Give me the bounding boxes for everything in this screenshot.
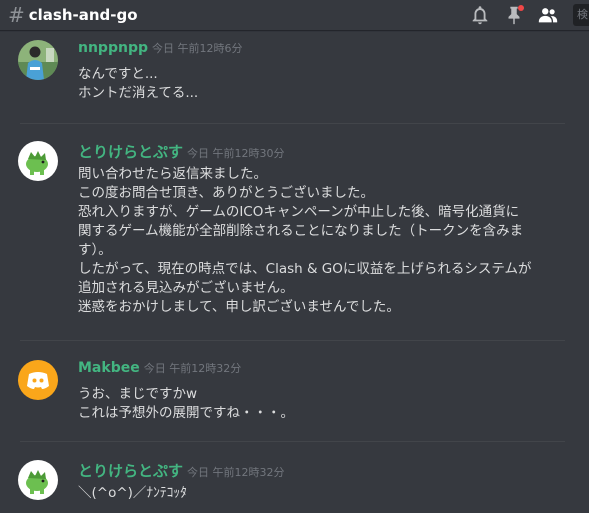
message-content: うお、まじですかw これは予想外の展開ですね・・・。 <box>78 385 294 423</box>
message-content: ＼(^o^)／ﾅﾝﾃｺｯﾀ <box>78 484 187 503</box>
message-content: なんですと... ホントだ消えてる... <box>78 65 198 103</box>
message-list: nnppnpp 今日 午前12時6分 なんですと... ホントだ消えてる... と… <box>0 30 589 513</box>
message-timestamp: 今日 午前12時30分 <box>187 147 285 160</box>
message-line: 迷惑をおかけしまして、申し訳ございませんでした。 <box>78 299 400 315</box>
message-line: これは予想外の展開ですね・・・。 <box>78 405 294 421</box>
avatar[interactable] <box>18 360 58 400</box>
notification-dot <box>518 5 524 11</box>
message-line: す）。 <box>78 242 112 258</box>
message-divider <box>20 340 565 341</box>
message-line: なんですと... <box>78 66 158 82</box>
message-author[interactable]: nnppnpp 今日 午前12時6分 <box>78 40 243 56</box>
message-line: 恐れ入りますが、ゲームのICOキャンペーンが中止した後、暗号化通貨に <box>78 204 520 220</box>
message-line: この度お問合せ頂き、ありがとうございました。 <box>78 185 375 201</box>
avatar[interactable] <box>18 141 58 181</box>
avatar[interactable] <box>18 460 58 500</box>
message-timestamp: 今日 午前12時32分 <box>143 362 242 375</box>
message-timestamp: 今日 午前12時6分 <box>152 42 243 55</box>
message-divider <box>20 123 565 124</box>
members-icon[interactable] <box>537 4 559 26</box>
pin-icon[interactable] <box>503 4 525 26</box>
message-divider <box>20 441 565 442</box>
message-line: ＼(^o^)／ﾅﾝﾃｺｯﾀ <box>78 485 187 501</box>
message-line: 追加される見込みがございません。 <box>78 280 294 296</box>
message-content: 問い合わせたら返信来ました。 この度お問合せ頂き、ありがとうございました。 恐れ… <box>78 165 531 317</box>
message-timestamp: 今日 午前12時32分 <box>187 466 285 479</box>
search-input[interactable]: 検 <box>573 4 589 26</box>
message-author[interactable]: とりけらとぷす 今日 午前12時32分 <box>78 460 285 481</box>
message-line: 関するゲーム機能が全部削除されることになりました（トークンを含みま <box>78 223 524 239</box>
message-line: 問い合わせたら返信来ました。 <box>78 166 267 182</box>
channel-hash-icon: # <box>8 3 25 27</box>
bell-icon[interactable] <box>469 4 491 26</box>
message-author[interactable]: Makbee 今日 午前12時32分 <box>78 360 241 376</box>
message-line: ホントだ消えてる... <box>78 85 199 101</box>
header-toolbar: 検 <box>457 0 589 30</box>
avatar[interactable] <box>18 40 58 80</box>
channel-name: clash-and-go <box>28 6 138 24</box>
message-line: したがって、現在の時点では、Clash & GOに収益を上げられるシステムが <box>78 261 532 277</box>
message-line: うお、まじですかw <box>78 386 198 402</box>
message-author[interactable]: とりけらとぷす 今日 午前12時30分 <box>78 141 285 162</box>
channel-header: # clash-and-go 検 <box>0 0 589 30</box>
